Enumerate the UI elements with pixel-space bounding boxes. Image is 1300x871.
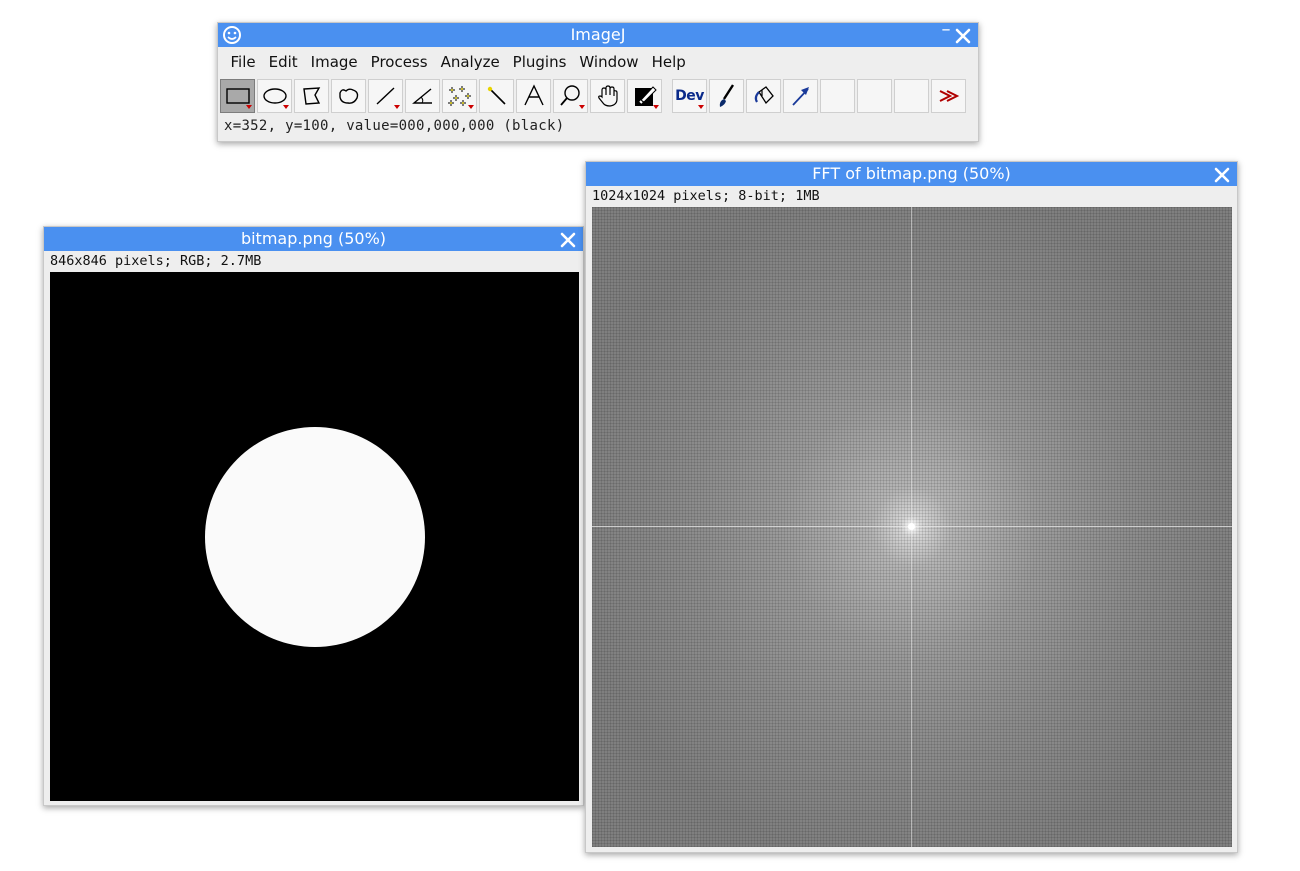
line-tool-icon xyxy=(376,87,394,105)
menu-process[interactable]: Process xyxy=(364,53,434,71)
bitmap-titlebar[interactable]: bitmap.png (50%) xyxy=(44,227,583,251)
text-tool-button[interactable] xyxy=(516,79,551,113)
menu-analyze[interactable]: Analyze xyxy=(434,53,506,71)
more-tools-icon xyxy=(939,90,959,102)
angle-tool-icon xyxy=(411,88,432,104)
wand-tool-button[interactable] xyxy=(479,79,514,113)
tool-bar: Dev xyxy=(218,77,978,115)
empty-tool-slot xyxy=(857,79,892,113)
line-tool-button[interactable] xyxy=(368,79,403,113)
fft-titlebar[interactable]: FFT of bitmap.png (50%) xyxy=(586,162,1237,186)
fft-image-window: FFT of bitmap.png (50%) 1024x1024 pixels… xyxy=(585,161,1238,853)
arrow-tool-button[interactable] xyxy=(783,79,818,113)
imagej-titlebar[interactable]: ImageJ – xyxy=(218,21,978,47)
developer-menu-icon: Dev xyxy=(675,88,704,104)
arrow-tool-icon xyxy=(791,87,809,106)
brush-tool-button[interactable] xyxy=(709,79,744,113)
close-icon xyxy=(955,28,971,44)
window-title: FFT of bitmap.png (50%) xyxy=(812,164,1011,183)
close-icon xyxy=(560,232,576,248)
polygon-tool-icon xyxy=(302,87,320,105)
minimize-button[interactable]: – xyxy=(940,21,952,41)
oval-tool-button[interactable] xyxy=(257,79,292,113)
rectangle-tool-button[interactable] xyxy=(220,79,255,113)
menu-help[interactable]: Help xyxy=(645,53,692,71)
close-button[interactable] xyxy=(558,228,578,250)
flood-fill-icon xyxy=(754,86,774,105)
image-canvas[interactable] xyxy=(50,272,579,801)
close-button[interactable] xyxy=(1212,163,1232,185)
empty-tool-slot xyxy=(894,79,929,113)
menu-file[interactable]: File xyxy=(224,53,262,71)
empty-tool-slot xyxy=(820,79,855,113)
freehand-tool-button[interactable] xyxy=(331,79,366,113)
close-button[interactable] xyxy=(953,24,973,46)
hand-tool-icon xyxy=(597,85,618,107)
menu-bar: File Edit Image Process Analyze Plugins … xyxy=(218,47,978,77)
white-circle xyxy=(205,427,425,647)
brush-tool-icon xyxy=(719,84,734,107)
oval-tool-icon xyxy=(262,88,287,104)
imagej-main-window: ImageJ – File Edit Image Process Analyze… xyxy=(217,21,979,142)
menu-image[interactable]: Image xyxy=(304,53,364,71)
bitmap-image-window: bitmap.png (50%) 846x846 pixels; RGB; 2.… xyxy=(43,226,584,806)
status-bar: x=352, y=100, value=000,000,000 (black) xyxy=(224,118,565,134)
text-tool-icon xyxy=(523,84,544,106)
zoom-tool-button[interactable] xyxy=(553,79,588,113)
window-title: bitmap.png (50%) xyxy=(240,229,387,248)
rectangle-tool-icon xyxy=(225,88,250,104)
angle-tool-button[interactable] xyxy=(405,79,440,113)
close-icon xyxy=(1214,167,1230,183)
freehand-tool-icon xyxy=(338,88,358,104)
developer-menu-button[interactable]: Dev xyxy=(672,79,707,113)
menu-plugins[interactable]: Plugins xyxy=(506,53,573,71)
wand-tool-icon xyxy=(487,86,506,105)
polygon-tool-button[interactable] xyxy=(294,79,329,113)
color-picker-button[interactable] xyxy=(627,79,662,113)
fft-image-canvas[interactable] xyxy=(592,207,1232,847)
menu-window[interactable]: Window xyxy=(573,53,645,71)
menu-edit[interactable]: Edit xyxy=(262,53,304,71)
image-info: 846x846 pixels; RGB; 2.7MB xyxy=(50,253,262,269)
window-title: ImageJ xyxy=(570,25,626,44)
image-info: 1024x1024 pixels; 8-bit; 1MB xyxy=(592,188,820,204)
multipoint-tool-button[interactable] xyxy=(442,79,477,113)
fft-center-peak xyxy=(908,523,915,530)
imagej-app-icon xyxy=(222,25,242,45)
more-tools-button[interactable] xyxy=(931,79,966,113)
flood-fill-button[interactable] xyxy=(746,79,781,113)
hand-tool-button[interactable] xyxy=(590,79,625,113)
